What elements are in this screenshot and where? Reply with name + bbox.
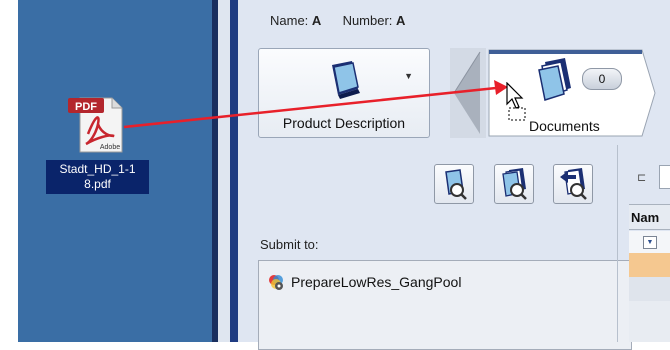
documents-label: Documents	[529, 118, 600, 134]
number-value: A	[396, 13, 406, 28]
drag-cursor-icon	[506, 82, 526, 121]
pdf-brand-text: Adobe	[100, 144, 120, 151]
view-multiple-documents-icon	[502, 168, 527, 200]
window-border-light	[218, 0, 230, 342]
table-row[interactable]	[629, 301, 670, 342]
book-icon	[332, 61, 360, 99]
pdf-file-icon[interactable]: PDF Adobe	[66, 94, 128, 156]
name-label: Name:	[270, 13, 309, 28]
submit-target-list[interactable]: PrepareLowRes_GangPool	[258, 260, 632, 350]
documents-table-panel: ⊏ Nam ▼	[629, 145, 670, 342]
app-frame-edge	[230, 0, 238, 342]
search-documents-icon	[560, 168, 587, 200]
product-description-button[interactable]: ▼ Product Description	[258, 48, 430, 138]
file-name-label[interactable]: Stadt_HD_1-1 8.pdf	[46, 160, 149, 194]
table-row[interactable]	[629, 277, 670, 301]
table-header-name[interactable]: Nam	[629, 204, 670, 230]
submit-target-label: PrepareLowRes_GangPool	[291, 274, 462, 290]
previous-tab-arrow[interactable]	[450, 48, 486, 138]
number-label: Number:	[342, 13, 393, 28]
tree-toggle-icon[interactable]: ⊏	[637, 171, 646, 184]
table-row[interactable]	[629, 253, 670, 277]
search-documents-button[interactable]	[553, 164, 593, 204]
name-value: A	[311, 13, 322, 28]
pdf-badge-text: PDF	[75, 101, 97, 113]
file-name-line-2: 8.pdf	[84, 177, 111, 191]
workflow-icon	[269, 275, 283, 290]
view-document-icon	[445, 169, 467, 200]
filter-field[interactable]	[659, 165, 670, 189]
chevron-down-icon[interactable]: ▼	[404, 71, 413, 81]
documents-count-badge: 0	[582, 68, 622, 90]
view-document-button[interactable]	[434, 164, 474, 204]
product-description-label: Product Description	[282, 115, 406, 131]
submit-to-label: Submit to:	[260, 237, 319, 252]
product-info: Name: A Number: A	[270, 13, 405, 28]
filter-dropdown-icon[interactable]: ▼	[643, 236, 657, 249]
table-filter-row: ▼	[629, 231, 670, 253]
panel-divider[interactable]	[617, 145, 618, 342]
file-name-line-1: Stadt_HD_1-1	[59, 162, 136, 176]
view-multiple-documents-button[interactable]	[494, 164, 534, 204]
submit-target-item[interactable]: PrepareLowRes_GangPool	[267, 273, 461, 291]
